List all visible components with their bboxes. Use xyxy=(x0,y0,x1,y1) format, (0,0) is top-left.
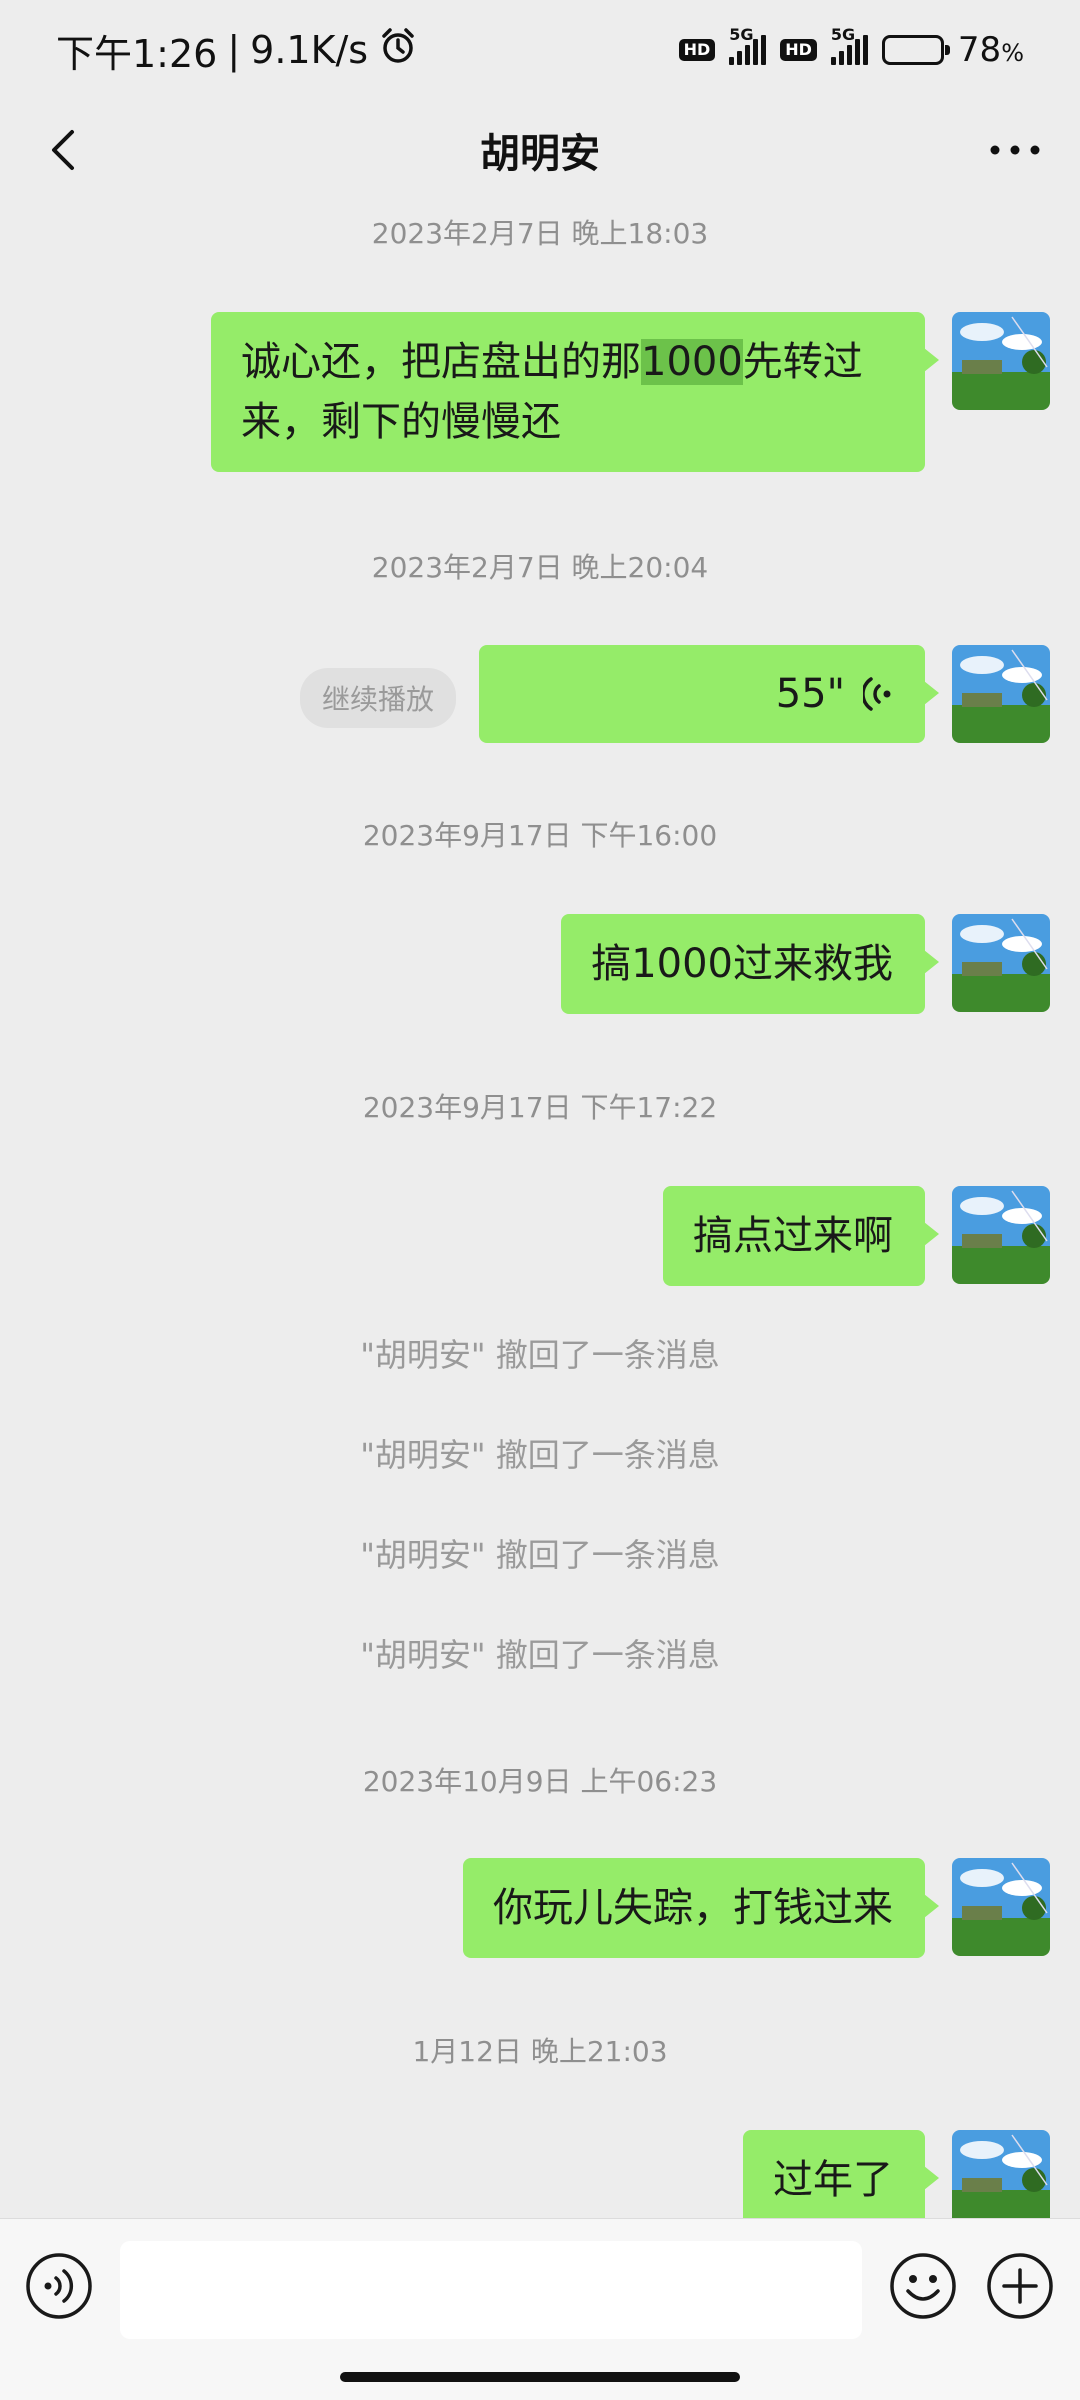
more-button[interactable] xyxy=(980,122,1050,178)
battery-icon xyxy=(881,35,950,65)
status-divider: | xyxy=(227,28,241,72)
plus-icon xyxy=(987,2253,1053,2319)
recall-notice: "胡明安" 撤回了一条消息 xyxy=(360,1336,720,1374)
voice-input-icon xyxy=(26,2253,92,2319)
voice-input-button[interactable] xyxy=(24,2251,94,2321)
recall-notice: "胡明安" 撤回了一条消息 xyxy=(360,1536,720,1574)
avatar[interactable] xyxy=(952,1858,1050,1956)
emoji-icon xyxy=(890,2253,956,2319)
signal-icon: 5G xyxy=(729,25,767,65)
status-bar: 下午1:26 | 9.1K/s HD 5G HD 5G 78% xyxy=(0,0,1080,100)
hd-badge-2: HD xyxy=(780,39,817,61)
voice-duration: 55" xyxy=(775,671,845,717)
message-timestamp: 2023年2月7日 晚上20:04 xyxy=(371,551,709,584)
avatar[interactable] xyxy=(952,312,1050,410)
recall-notice: "胡明安" 撤回了一条消息 xyxy=(360,1436,720,1474)
message-timestamp: 2023年9月17日 下午16:00 xyxy=(362,819,718,852)
chat-title: 胡明安 xyxy=(480,131,600,177)
message-timestamp: 1月12日 晚上21:03 xyxy=(412,2035,668,2068)
chevron-left-icon xyxy=(52,130,74,170)
highlight-keyword[interactable]: 1000 xyxy=(641,339,743,385)
alarm-icon xyxy=(378,26,418,75)
message-bubble[interactable]: 搞1000过来救我 xyxy=(561,914,939,1014)
avatar[interactable] xyxy=(952,645,1050,743)
message-bubble[interactable]: 诚心还，把店盘出的那1000先转过来，剩下的慢慢还 xyxy=(211,312,939,472)
more-functions-button[interactable] xyxy=(985,2251,1055,2321)
network-speed: 9.1K/s xyxy=(250,28,369,72)
hd-badge: HD xyxy=(678,39,716,61)
status-left: 下午1:26 | 9.1K/s xyxy=(56,23,418,78)
message-timestamp: 2023年9月17日 下午17:22 xyxy=(362,1091,718,1124)
message-input[interactable] xyxy=(120,2241,862,2339)
emoji-button[interactable] xyxy=(888,2251,958,2321)
recall-notice: "胡明安" 撤回了一条消息 xyxy=(360,1636,720,1674)
network-type-2: 5G xyxy=(830,25,856,44)
network-type: 5G xyxy=(729,25,754,44)
status-right: HD 5G HD 5G 78% xyxy=(678,25,1024,70)
message-timestamp: 2023年10月9日 上午06:23 xyxy=(362,1765,718,1798)
avatar[interactable] xyxy=(952,914,1050,1012)
status-time: 下午1:26 xyxy=(56,31,218,76)
voice-message-bubble[interactable]: 55" xyxy=(479,645,939,743)
back-button[interactable] xyxy=(36,122,92,178)
continue-playing-button[interactable]: 继续播放 xyxy=(300,668,457,728)
avatar[interactable] xyxy=(952,2130,1050,2218)
voice-wave-icon xyxy=(863,677,891,711)
message-bubble[interactable]: 搞点过来啊 xyxy=(663,1186,939,1286)
chat-area[interactable]: 2023年2月7日 晚上18:03 诚心还，把店盘出的那1000先转过来，剩下的… xyxy=(0,200,1080,2218)
avatar[interactable] xyxy=(952,1186,1050,1284)
chat-header: 胡明安 xyxy=(0,100,1080,200)
message-bubble[interactable]: 过年了 xyxy=(743,2130,939,2218)
battery-level: 78% xyxy=(957,30,1024,70)
signal-icon-2: 5G xyxy=(830,25,868,65)
more-icon xyxy=(990,145,1040,155)
message-timestamp: 2023年2月7日 晚上18:03 xyxy=(371,217,709,250)
home-indicator[interactable] xyxy=(340,2372,740,2382)
message-bubble[interactable]: 你玩儿失踪，打钱过来 xyxy=(463,1858,939,1958)
